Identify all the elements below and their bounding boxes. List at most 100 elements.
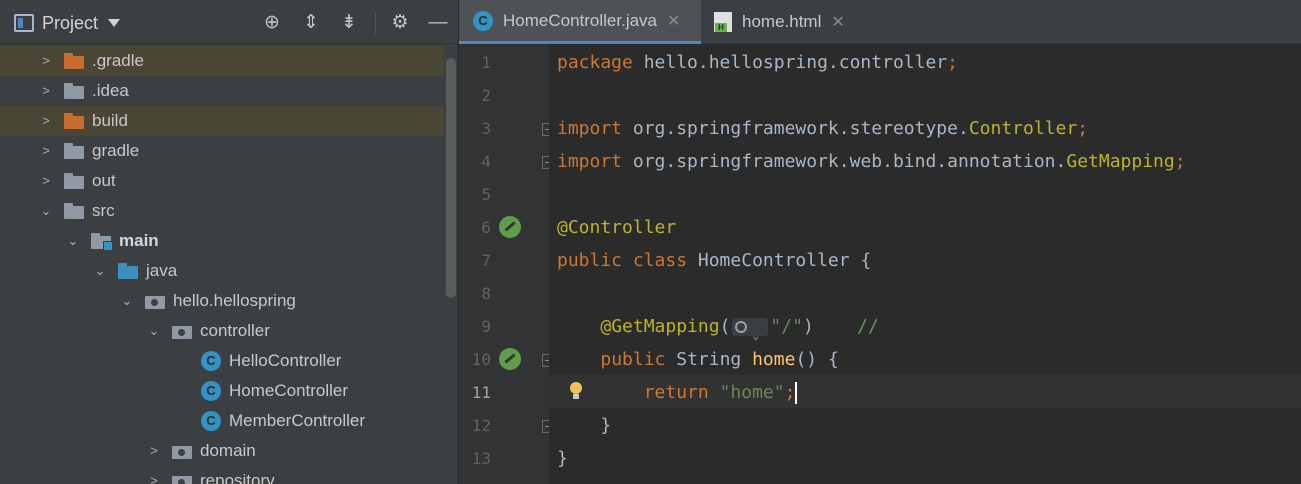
module-folder-icon [91, 233, 113, 251]
chevron-down-icon[interactable]: ⌄ [144, 321, 164, 341]
line-number: 3 [481, 119, 491, 138]
class-icon: C [473, 10, 493, 31]
line-number: 12 [471, 416, 491, 435]
folder-icon [64, 143, 86, 159]
line-number: 10 [471, 350, 491, 369]
tree-item-idea[interactable]: > .idea [0, 76, 444, 106]
tree-item-build[interactable]: > build [0, 106, 444, 136]
tab-homecontroller-java[interactable]: C HomeController.java ✕ [459, 0, 701, 44]
tree-item-membercontroller[interactable]: C MemberController [0, 406, 444, 436]
tree-item-hellocontroller[interactable]: C HelloController [0, 346, 444, 376]
editor-tab-bar: C HomeController.java ✕ home.html ✕ [459, 0, 1301, 44]
html-file-icon [714, 12, 732, 32]
excluded-folder-icon [64, 113, 86, 129]
editor-area: C HomeController.java ✕ home.html ✕ 1 2 … [459, 0, 1301, 484]
chevron-down-icon[interactable]: ⌄ [90, 261, 110, 281]
collapse-all-icon[interactable]: ⇟ [338, 12, 360, 34]
chevron-right-icon[interactable]: > [36, 111, 56, 131]
tree-item-label: MemberController [229, 411, 366, 430]
folder-icon [64, 83, 86, 99]
tree-item-out[interactable]: > out [0, 166, 444, 196]
url-inlay-hint[interactable]: ⌄ [732, 318, 769, 342]
code-line-9: @GetMapping(⌄ "/") // [557, 310, 878, 343]
code-editor[interactable]: package hello.hellospring.controller; im… [549, 45, 1301, 484]
header-divider [375, 12, 376, 34]
tree-item-label: build [92, 111, 128, 130]
package-icon [172, 473, 194, 484]
chevron-down-icon[interactable]: ⌄ [117, 291, 137, 311]
spring-mapping-icon[interactable] [499, 348, 521, 370]
tree-item-domain[interactable]: > domain [0, 436, 444, 466]
excluded-folder-icon [64, 53, 86, 69]
code-line-7: public class HomeController { [557, 250, 872, 271]
chevron-right-icon[interactable]: > [36, 171, 56, 191]
close-icon[interactable]: ✕ [831, 12, 844, 32]
package-icon [172, 443, 194, 459]
tree-item-label: .gradle [92, 51, 144, 70]
class-icon: C [201, 411, 221, 431]
expand-all-icon[interactable]: ⇕ [300, 12, 322, 34]
globe-icon [735, 321, 748, 333]
hide-panel-icon[interactable]: — [427, 12, 449, 34]
chevron-right-icon[interactable]: > [36, 51, 56, 71]
package-icon [145, 293, 167, 309]
folder-icon [64, 173, 86, 189]
spring-bean-icon[interactable] [499, 216, 521, 238]
tab-label: home.html [742, 12, 822, 31]
tree-scrollbar[interactable] [446, 58, 456, 298]
chevron-down-icon[interactable]: ⌄ [36, 201, 56, 221]
tree-item-homecontroller[interactable]: C HomeController [0, 376, 444, 406]
code-line-6: @Controller [557, 217, 677, 238]
chevron-right-icon[interactable]: > [36, 81, 56, 101]
chevron-right-icon[interactable]: > [36, 141, 56, 161]
tree-item-label: out [92, 171, 116, 190]
code-line-3: import org.springframework.stereotype.Co… [557, 118, 1089, 139]
class-icon: C [201, 381, 221, 401]
line-number: 7 [481, 251, 491, 270]
code-line-4: import org.springframework.web.bind.anno… [557, 151, 1186, 172]
tree-item-label: .idea [92, 81, 129, 100]
tree-item-gradle-cache[interactable]: > .gradle [0, 46, 444, 76]
lightbulb-icon[interactable] [569, 382, 583, 400]
tree-item-label: main [119, 231, 159, 250]
line-number: 13 [471, 449, 491, 468]
tree-item-label: src [92, 201, 115, 220]
editor-gutter[interactable]: 1 2 3 4 5 6 7 8 9 10 11 12 13 [459, 45, 555, 484]
dropdown-arrow-icon[interactable] [108, 19, 121, 27]
tree-item-src[interactable]: ⌄ src [0, 196, 444, 226]
tree-item-gradle[interactable]: > gradle [0, 136, 444, 166]
chevron-right-icon[interactable]: > [144, 441, 164, 461]
code-line-1: package hello.hellospring.controller; [557, 52, 958, 73]
tree-item-label: controller [200, 321, 270, 340]
tree-item-repository[interactable]: > repository [0, 466, 444, 484]
project-tool-window: Project ⊕ ⇕ ⇟ ⚙ — > .gradle > .idea > bu… [0, 0, 458, 484]
folder-icon [64, 203, 86, 219]
tree-item-controller[interactable]: ⌄ controller [0, 316, 444, 346]
line-number: 4 [481, 152, 491, 171]
chevron-right-icon[interactable]: > [144, 471, 164, 484]
line-number-current: 11 [471, 383, 491, 402]
tree-item-hello-hellospring[interactable]: ⌄ hello.hellospring [0, 286, 444, 316]
tab-home-html[interactable]: home.html ✕ [702, 0, 872, 44]
tree-item-java[interactable]: ⌄ java [0, 256, 444, 286]
line-number: 6 [481, 218, 491, 237]
tree-item-label: hello.hellospring [173, 291, 296, 310]
gear-icon[interactable]: ⚙ [389, 12, 411, 34]
line-number: 2 [481, 86, 491, 105]
tree-item-label: HelloController [229, 351, 342, 370]
chevron-down-icon[interactable]: ⌄ [63, 231, 83, 251]
tree-item-main[interactable]: ⌄ main [0, 226, 444, 256]
source-folder-icon [118, 263, 140, 279]
tab-label: HomeController.java [503, 10, 658, 30]
project-tree: > .gradle > .idea > build > gradle > out… [0, 45, 444, 484]
tree-item-label: domain [200, 441, 256, 460]
line-number: 8 [481, 284, 491, 303]
tree-item-label: repository [200, 471, 275, 484]
project-view-selector[interactable]: Project [14, 11, 121, 35]
locate-file-icon[interactable]: ⊕ [261, 12, 283, 34]
code-line-10: public String home() { [600, 349, 839, 370]
text-caret [795, 382, 798, 404]
close-icon[interactable]: ✕ [667, 11, 680, 31]
project-icon [14, 14, 34, 32]
tree-item-label: gradle [92, 141, 140, 160]
